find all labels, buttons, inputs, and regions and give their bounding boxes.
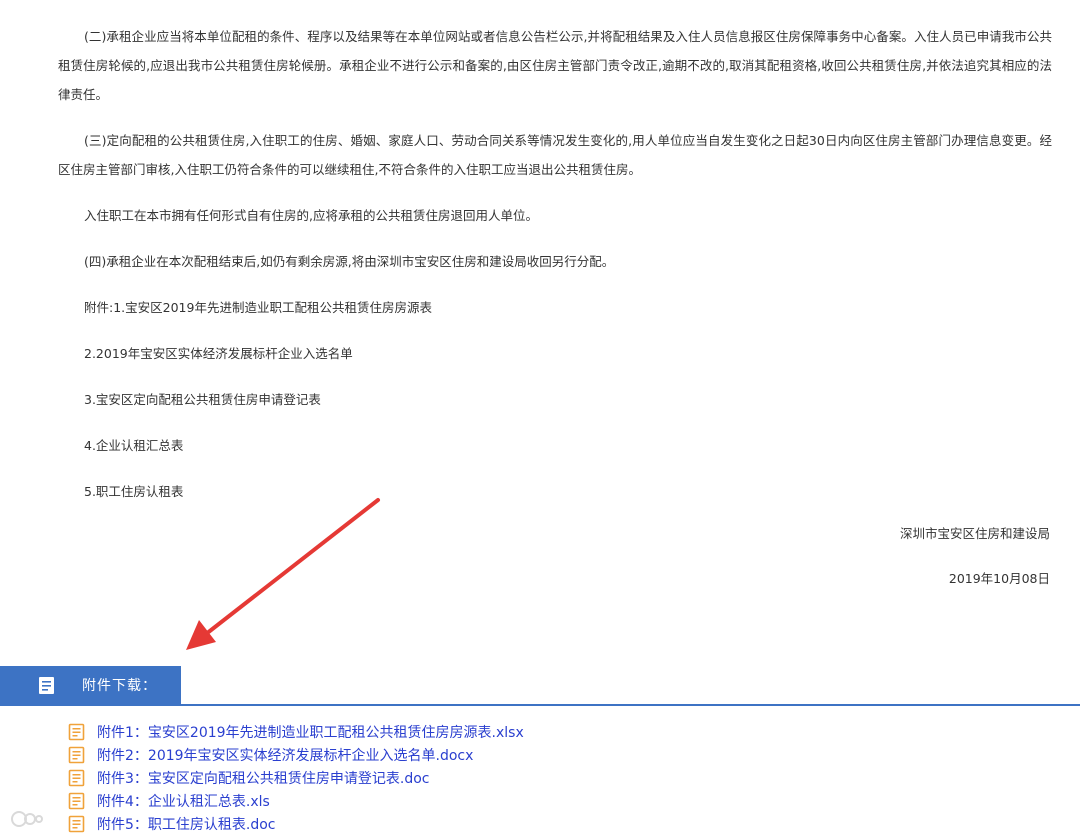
attachment-note: 附件:1.宝安区2019年先进制造业职工配租公共租赁住房房源表 xyxy=(84,300,432,315)
section-divider xyxy=(0,704,1080,706)
signature-date: 2019年10月08日 xyxy=(948,571,1050,586)
article-paragraph: (二)承租企业应当将本单位配租的条件、程序以及结果等在本单位网站或者信息公告栏公… xyxy=(58,29,1052,102)
file-icon xyxy=(68,815,85,832)
file-icon xyxy=(68,792,85,809)
download-section-header: 附件下载： xyxy=(0,666,181,704)
watermark-icon xyxy=(11,811,43,827)
download-section-title: 附件下载： xyxy=(82,678,157,694)
article-line: (四)承租企业在本次配租结束后,如仍有剩余房源,将由深圳市宝安区住房和建设局收回… xyxy=(84,254,615,269)
attachment-note: 3.宝安区定向配租公共租赁住房申请登记表 xyxy=(84,392,321,407)
file-icon xyxy=(68,769,85,786)
attachment-link-2[interactable]: 附件2：2019年宝安区实体经济发展标杆企业入选名单.docx xyxy=(97,745,473,765)
file-icon xyxy=(68,723,85,740)
signature-organization: 深圳市宝安区住房和建设局 xyxy=(899,526,1050,541)
attachment-note: 2.2019年宝安区实体经济发展标杆企业入选名单 xyxy=(84,346,353,361)
attachment-link-3[interactable]: 附件3：宝安区定向配租公共租赁住房申请登记表.doc xyxy=(97,768,430,788)
document-icon xyxy=(39,676,54,694)
attachment-note: 4.企业认租汇总表 xyxy=(84,438,184,453)
attachment-item: 附件2：2019年宝安区实体经济发展标杆企业入选名单.docx xyxy=(68,743,524,766)
attachment-item: 附件3：宝安区定向配租公共租赁住房申请登记表.doc xyxy=(68,766,524,789)
attachment-link-1[interactable]: 附件1：宝安区2019年先进制造业职工配租公共租赁住房房源表.xlsx xyxy=(97,722,524,742)
attachment-link-5[interactable]: 附件5：职工住房认租表.doc xyxy=(97,814,276,834)
attachment-list: 附件1：宝安区2019年先进制造业职工配租公共租赁住房房源表.xlsx 附件2：… xyxy=(68,720,524,835)
article-paragraph: (三)定向配租的公共租赁住房,入住职工的住房、婚姻、家庭人口、劳动合同关系等情况… xyxy=(58,133,1052,177)
watermark-logo xyxy=(10,805,48,833)
attachment-item: 附件4：企业认租汇总表.xls xyxy=(68,789,524,812)
article-body: (二)承租企业应当将本单位配租的条件、程序以及结果等在本单位网站或者信息公告栏公… xyxy=(58,22,1052,523)
file-icon xyxy=(68,746,85,763)
article-line: 入住职工在本市拥有任何形式自有住房的,应将承租的公共租赁住房退回用人单位。 xyxy=(84,208,538,223)
attachment-note: 5.职工住房认租表 xyxy=(84,484,184,499)
attachment-item: 附件5：职工住房认租表.doc xyxy=(68,812,524,835)
attachment-link-4[interactable]: 附件4：企业认租汇总表.xls xyxy=(97,791,270,811)
attachment-item: 附件1：宝安区2019年先进制造业职工配租公共租赁住房房源表.xlsx xyxy=(68,720,524,743)
